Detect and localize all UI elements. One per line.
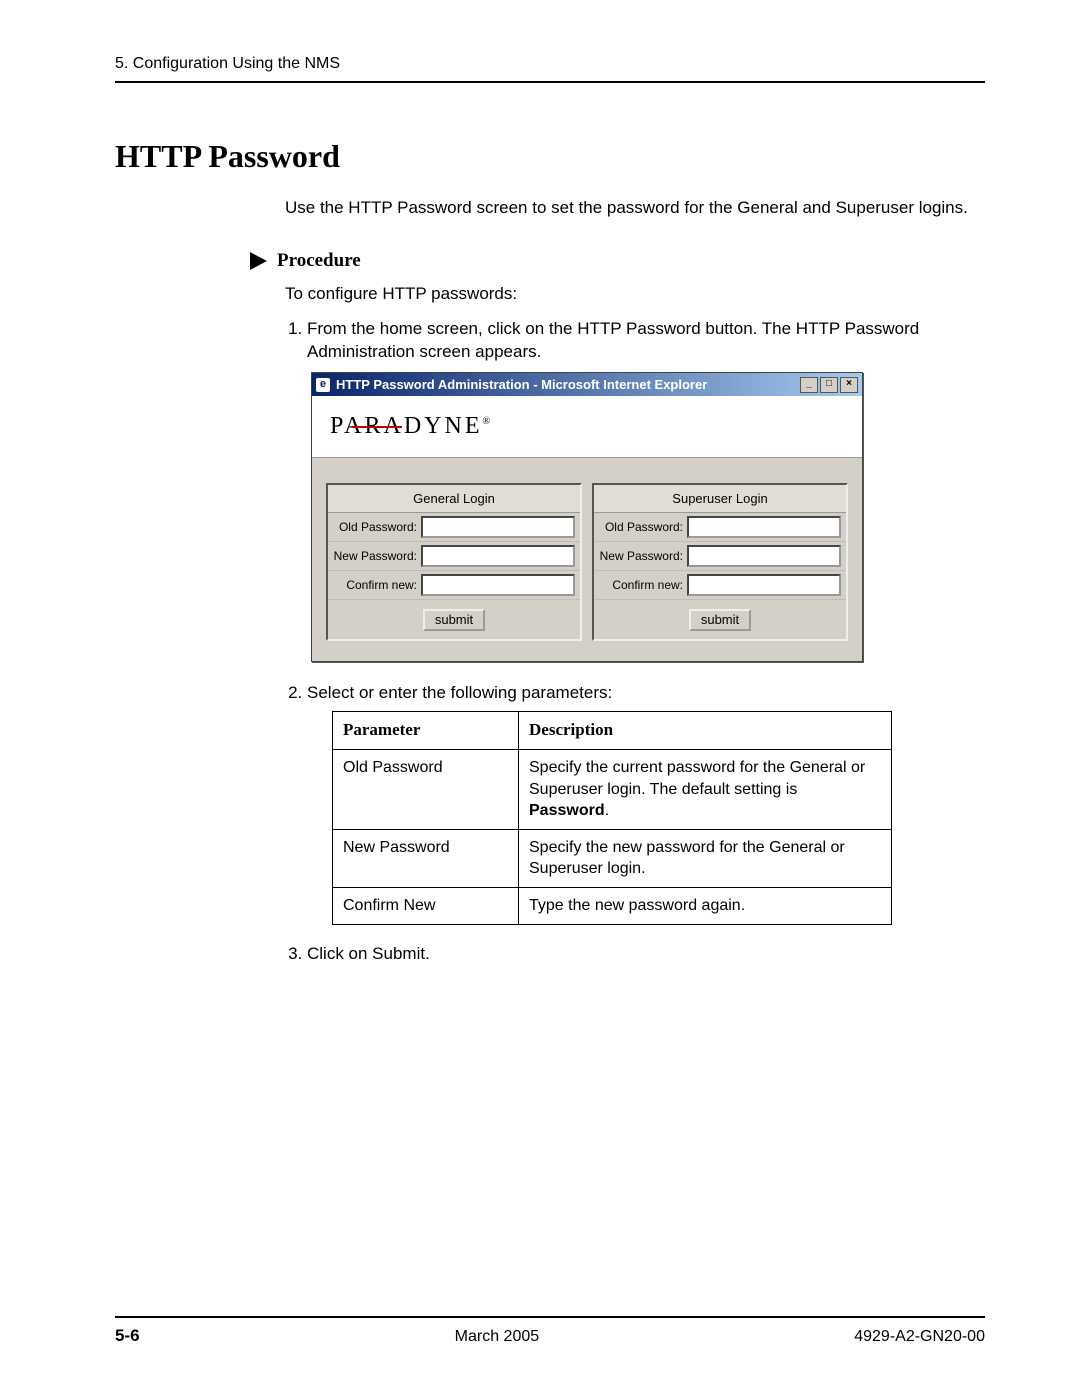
page-footer: 5-6 March 2005 4929-A2-GN20-00	[115, 1316, 985, 1346]
step-intro: To configure HTTP passwords:	[285, 284, 980, 304]
confirm-new-label: Confirm new:	[333, 577, 421, 593]
cell-param: Confirm New	[333, 888, 519, 925]
procedure-heading: Procedure	[277, 250, 361, 272]
new-password-label: New Password:	[333, 548, 421, 564]
superuser-submit-button[interactable]: submit	[689, 609, 751, 631]
footer-doc-id: 4929-A2-GN20-00	[854, 1328, 985, 1346]
cell-desc: Specify the new password for the General…	[519, 829, 892, 887]
cell-desc: Specify the current password for the Gen…	[519, 750, 892, 830]
step-3-text: Click on Submit.	[307, 944, 430, 963]
desc-text: Specify the current password for the Gen…	[529, 759, 865, 798]
su-old-password-label: Old Password:	[599, 519, 687, 535]
page-title: HTTP Password	[115, 138, 985, 175]
paradyne-logo: PARADYNE®	[330, 410, 493, 442]
table-row: New Password Specify the new password fo…	[333, 829, 892, 887]
old-password-label: Old Password:	[333, 519, 421, 535]
superuser-login-header: Superuser Login	[594, 485, 846, 514]
su-new-password-label: New Password:	[599, 548, 687, 564]
minimize-button[interactable]: _	[800, 377, 818, 393]
step-2: Select or enter the following parameters…	[307, 682, 980, 924]
ie-app-icon: e	[316, 378, 330, 392]
registered-mark: ®	[482, 416, 493, 427]
step-2-text: Select or enter the following parameters…	[307, 683, 612, 702]
table-row: Confirm New Type the new password again.	[333, 888, 892, 925]
cell-param: New Password	[333, 829, 519, 887]
table-row: Old Password Specify the current passwor…	[333, 750, 892, 830]
logo-bar: PARADYNE®	[312, 396, 862, 457]
cell-param: Old Password	[333, 750, 519, 830]
th-parameter: Parameter	[333, 712, 519, 750]
superuser-old-password-input[interactable]	[687, 516, 841, 538]
general-confirm-input[interactable]	[421, 574, 575, 596]
general-new-password-input[interactable]	[421, 545, 575, 567]
maximize-button[interactable]: □	[820, 377, 838, 393]
running-header: 5. Configuration Using the NMS	[115, 55, 985, 83]
footer-page-number: 5-6	[115, 1326, 140, 1346]
procedure-arrow-icon	[250, 252, 267, 270]
desc-text-tail: .	[605, 802, 609, 819]
superuser-new-password-input[interactable]	[687, 545, 841, 567]
step-1-text: From the home screen, click on the HTTP …	[307, 319, 919, 361]
general-submit-button[interactable]: submit	[423, 609, 485, 631]
ie-title: HTTP Password Administration - Microsoft…	[336, 376, 794, 394]
th-description: Description	[519, 712, 892, 750]
step-3: Click on Submit.	[307, 943, 980, 966]
su-confirm-new-label: Confirm new:	[599, 577, 687, 593]
step-1: From the home screen, click on the HTTP …	[307, 318, 980, 662]
general-login-header: General Login	[328, 485, 580, 514]
logo-strike-icon	[352, 426, 402, 428]
superuser-confirm-input[interactable]	[687, 574, 841, 596]
general-login-box: General Login Old Password: New Password…	[326, 483, 582, 641]
ie-titlebar: e HTTP Password Administration - Microso…	[312, 373, 862, 397]
footer-date: March 2005	[455, 1328, 540, 1346]
cell-desc: Type the new password again.	[519, 888, 892, 925]
superuser-login-box: Superuser Login Old Password: New Passwo…	[592, 483, 848, 641]
chapter-label: 5. Configuration Using the NMS	[115, 55, 340, 73]
parameter-table: Parameter Description Old Password Speci…	[332, 711, 892, 925]
intro-text: Use the HTTP Password screen to set the …	[285, 197, 980, 220]
desc-bold: Password	[529, 802, 605, 819]
close-button[interactable]: ×	[840, 377, 858, 393]
general-old-password-input[interactable]	[421, 516, 575, 538]
ie-window: e HTTP Password Administration - Microso…	[311, 372, 863, 662]
